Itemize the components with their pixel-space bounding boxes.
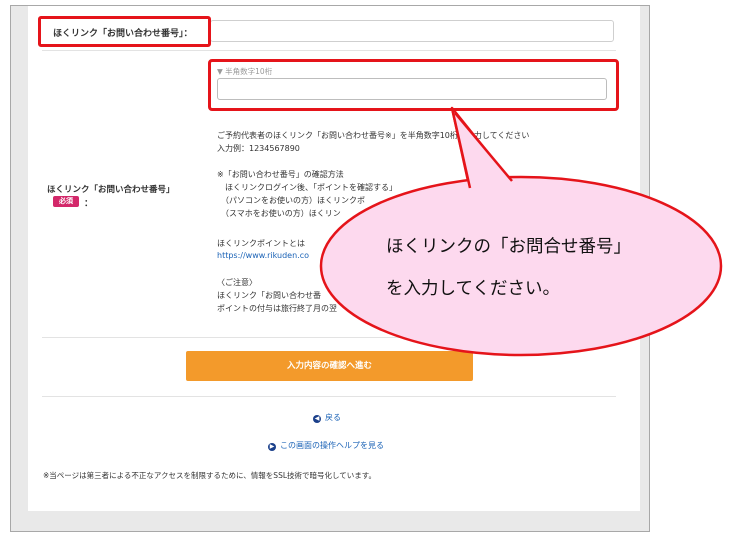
callout-bubble	[319, 106, 723, 357]
callout-ellipse	[319, 175, 723, 357]
callout-line-2: を入力してください。	[386, 279, 560, 299]
callout-line-1: ほくリンクの「お問合せ番号」	[386, 237, 631, 257]
